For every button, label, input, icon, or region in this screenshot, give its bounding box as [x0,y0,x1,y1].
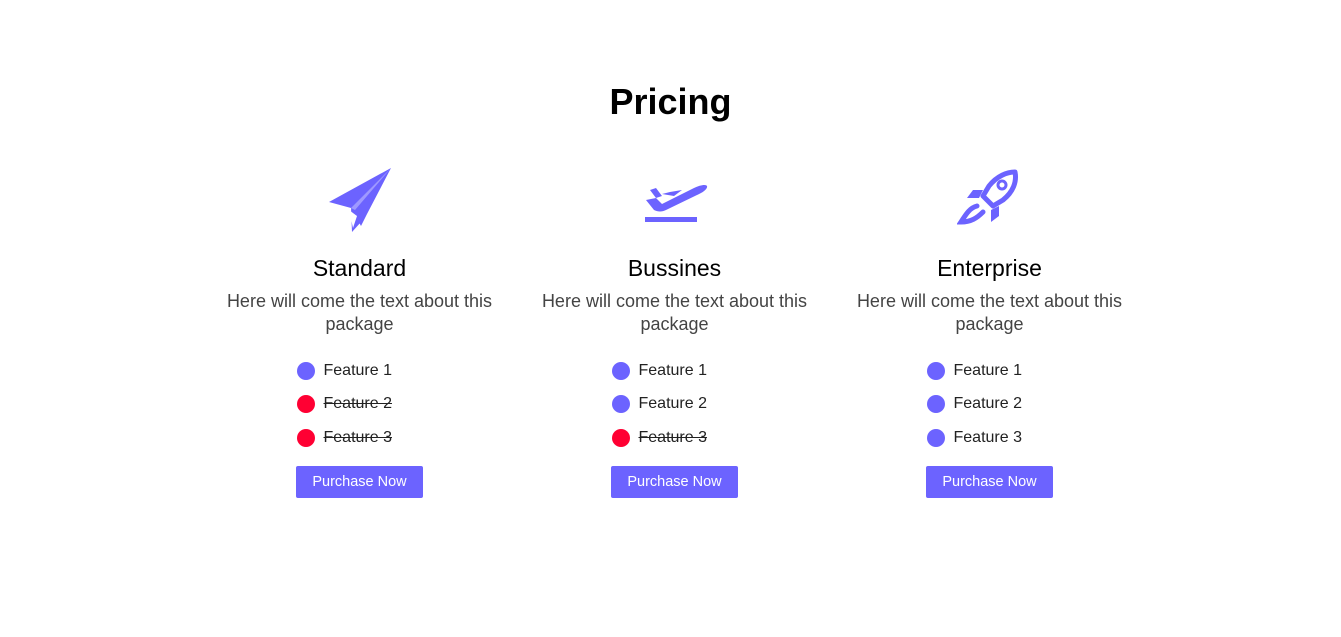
feature-label: Feature 3 [638,428,707,446]
feature-list: Feature 1 Feature 2 Feature 3 [296,354,423,455]
feature-item: Feature 3 [611,421,738,455]
feature-item: Feature 2 [926,388,1053,422]
feature-label: Feature 1 [323,361,392,379]
feature-label: Feature 3 [323,428,392,446]
feature-item: Feature 1 [611,354,738,388]
feature-item: Feature 2 [611,388,738,422]
rocket-icon [956,166,1023,232]
feature-included-dot [611,361,630,380]
feature-item: Feature 3 [296,421,423,455]
feature-label: Feature 2 [638,395,707,413]
feature-included-dot [611,395,630,414]
purchase-now-button[interactable]: Purchase Now [611,465,738,498]
feature-label: Feature 1 [953,361,1022,379]
page-title: Pricing [609,81,732,122]
feature-label: Feature 2 [953,395,1022,413]
feature-excluded-dot [296,395,315,414]
airplane-takeoff-icon [642,166,708,232]
feature-item: Feature 1 [926,354,1053,388]
feature-item: Feature 3 [926,421,1053,455]
feature-label: Feature 2 [323,395,392,413]
feature-label: Feature 1 [638,361,707,379]
plan-card-bussines: Bussines Here will come the text about t… [517,166,832,498]
plan-card-standard: Standard Here will come the text about t… [202,166,517,498]
feature-label: Feature 3 [953,428,1022,446]
pricing-plans: Standard Here will come the text about t… [202,166,1147,498]
feature-item: Feature 2 [296,388,423,422]
purchase-now-button[interactable]: Purchase Now [926,465,1053,498]
feature-item: Feature 1 [296,354,423,388]
purchase-now-button[interactable]: Purchase Now [296,465,423,498]
plan-description: Here will come the text about this packa… [856,291,1123,334]
plan-description: Here will come the text about this packa… [226,291,493,334]
plan-description: Here will come the text about this packa… [541,291,808,334]
plan-name: Standard [312,255,407,281]
paper-plane-icon [327,166,393,232]
feature-included-dot [926,428,945,447]
feature-included-dot [926,361,945,380]
feature-excluded-dot [296,428,315,447]
plan-name: Enterprise [937,255,1042,281]
feature-list: Feature 1 Feature 2 Feature 3 [926,354,1053,455]
feature-excluded-dot [611,428,630,447]
feature-included-dot [296,361,315,380]
plan-name: Bussines [627,255,722,281]
feature-included-dot [926,395,945,414]
plan-card-enterprise: Enterprise Here will come the text about… [832,166,1147,498]
feature-list: Feature 1 Feature 2 Feature 3 [611,354,738,455]
